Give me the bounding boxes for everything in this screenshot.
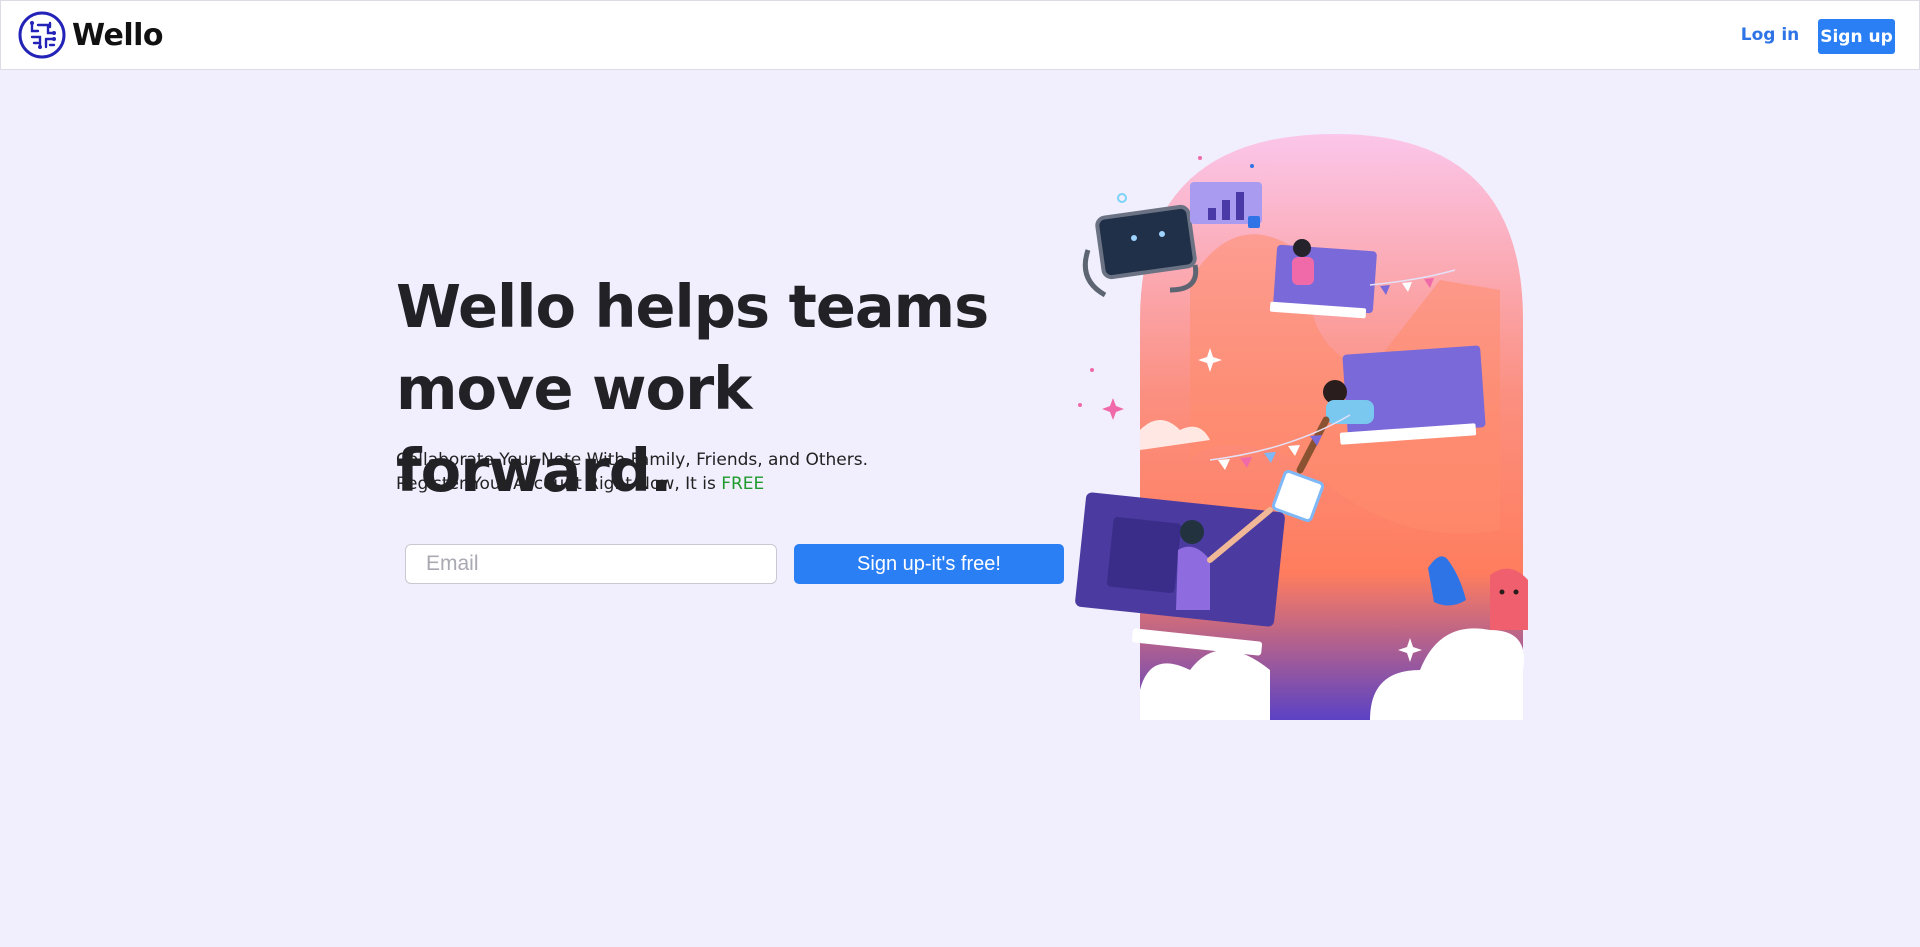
signup-free-button[interactable]: Sign up-it's free! [794, 544, 1064, 584]
brand[interactable]: Wello [18, 11, 164, 59]
subtext-line-2: Register Your Account Right Now, It is [396, 474, 722, 494]
window-panel-icon [1269, 239, 1377, 319]
free-label: FREE [721, 474, 765, 494]
hero-illustration [1075, 134, 1528, 720]
email-field[interactable] [405, 544, 777, 584]
circuit-brain-icon [18, 11, 66, 59]
login-link[interactable]: Log in [1735, 16, 1805, 54]
brand-name: Wello [72, 17, 164, 53]
mascot-icon [1490, 568, 1528, 630]
headline-line-1: Wello helps teams [396, 272, 989, 341]
top-navbar: Wello Log in Sign up [0, 0, 1920, 70]
signup-button[interactable]: Sign up [1818, 19, 1895, 54]
hero-subtext: Collaborate Your Note With Family, Frien… [396, 448, 996, 496]
subtext-line-1: Collaborate Your Note With Family, Frien… [396, 450, 868, 470]
chart-panel-icon [1190, 182, 1262, 228]
